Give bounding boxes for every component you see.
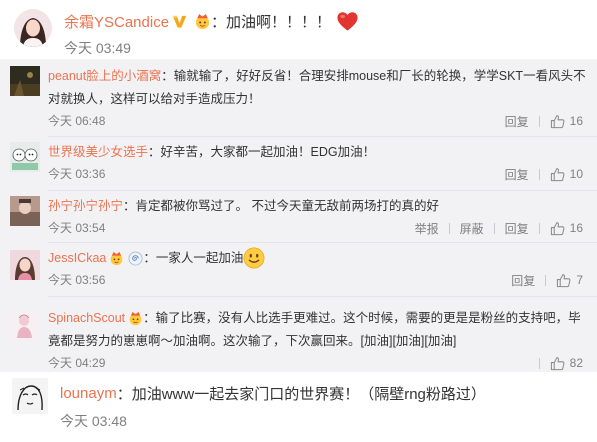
reply-text-line: SpinachScout ：输了比赛，没有人比选手更难过。这个时候，需要的更是是… <box>48 309 581 327</box>
reply-time: 今天 03:56 <box>48 273 106 287</box>
reply-time: 今天 03:36 <box>48 167 106 181</box>
divider <box>48 242 597 243</box>
avatar[interactable] <box>10 142 40 172</box>
avatar[interactable] <box>10 196 40 226</box>
like-count: 16 <box>569 114 583 128</box>
reply-text: ：肯定都被你骂过了。 不过今天童无敌前两场打的真的好 <box>123 199 439 213</box>
username-link[interactable]: 世界级美少女选手 <box>48 143 148 161</box>
divider <box>48 190 597 191</box>
avatar[interactable] <box>10 310 40 340</box>
reply-button[interactable]: 回复 <box>511 272 535 289</box>
swirl-badge-icon <box>128 251 143 266</box>
action-divider <box>538 115 540 127</box>
divider <box>48 136 597 137</box>
reply-actions: 举报 屏蔽 回复 16 <box>415 219 583 237</box>
divider <box>48 296 597 297</box>
like-button[interactable]: 7 <box>556 273 583 288</box>
reply-text: ：输就输了，好好反省！合理安排mouse和厂长的轮换，学学SKT一看风头不 <box>161 69 586 83</box>
username-link[interactable]: 孙宁孙宁孙宁 <box>48 197 123 215</box>
avatar[interactable] <box>10 250 40 280</box>
comment: lounaym ：加油www一起去家门口的世界赛！（隔壁rng粉路过） <box>60 382 486 404</box>
reply-button[interactable]: 回复 <box>505 220 529 237</box>
reply-text: ：一家人一起加油 <box>143 251 244 265</box>
reply-list: peanut脸上的小酒窝 ：输就输了，好好反省！合理安排mouse和厂长的轮换，… <box>0 59 597 372</box>
reply-time: 今天 03:54 <box>48 221 106 235</box>
reply-actions: 回复 16 <box>505 112 583 130</box>
comment-text: ：加油啊！！！！ <box>211 13 332 31</box>
avatar[interactable] <box>14 9 52 47</box>
fan-badge-icon <box>194 13 211 30</box>
thumb-up-icon <box>550 356 565 371</box>
action-divider <box>538 168 540 180</box>
reply-text-line: peanut脸上的小酒窝 ：输就输了，好好反省！合理安排mouse和厂长的轮换，… <box>48 67 586 85</box>
username-link[interactable]: lounaym <box>60 385 117 402</box>
report-button[interactable]: 举报 <box>415 220 439 237</box>
reply-text: ：输了比赛，没有人比选手更难过。这个时候，需要的更是是粉丝的支持吧，毕 <box>143 311 581 325</box>
thumb-up-icon <box>556 273 571 288</box>
reply-item: SpinachScout ：输了比赛，没有人比选手更难过。这个时候，需要的更是是… <box>0 309 597 379</box>
avatar[interactable] <box>12 378 48 414</box>
like-button[interactable]: 16 <box>550 114 583 129</box>
reply-text: ：好辛苦，大家都一起加油！EDG加油！ <box>148 145 376 159</box>
avatar[interactable] <box>10 66 40 96</box>
thumb-up-icon <box>550 221 565 236</box>
action-divider <box>493 222 495 234</box>
username-link[interactable]: JessICkaa <box>48 249 106 267</box>
reply-actions: 回复 10 <box>505 165 583 183</box>
username-link[interactable]: SpinachScout <box>48 309 125 327</box>
comment-text: ：加油www一起去家门口的世界赛！（隔壁rng粉路过） <box>116 385 486 403</box>
comment-time: 今天 03:48 <box>60 413 127 429</box>
like-count: 82 <box>569 356 583 370</box>
like-button[interactable]: 10 <box>550 167 583 182</box>
like-count: 7 <box>576 273 583 287</box>
reply-time: 今天 06:48 <box>48 114 106 128</box>
like-count: 10 <box>569 167 583 181</box>
reply-time: 今天 04:29 <box>48 356 106 370</box>
reply-button[interactable]: 回复 <box>505 166 529 183</box>
reply-button[interactable]: 回复 <box>505 113 529 130</box>
action-divider <box>538 357 540 369</box>
reply-text-line: JessICkaa ：一家人一起加油 <box>48 247 265 269</box>
action-divider <box>448 222 450 234</box>
like-count: 16 <box>569 221 583 235</box>
reply-text: 竟都是努力的崽崽啊～加油啊。这次输了，下次赢回来。[加油][加油][加油] <box>48 334 457 348</box>
comment-time: 今天 03:49 <box>64 40 131 56</box>
username-link[interactable]: 余霜YSCandice <box>64 11 169 32</box>
smiley-face-icon <box>243 247 265 269</box>
red-heart-icon <box>336 10 359 33</box>
verified-v-icon <box>172 14 187 29</box>
fan-badge-icon <box>109 251 124 266</box>
reply-actions: 82 <box>529 354 583 372</box>
reply-text: 对就换人，这样可以给对手造成压力！ <box>48 92 261 106</box>
fan-badge-icon <box>128 311 143 326</box>
thumb-up-icon <box>550 167 565 182</box>
reply-text-line: 世界级美少女选手 ：好辛苦，大家都一起加油！EDG加油！ <box>48 143 375 161</box>
block-button[interactable]: 屏蔽 <box>460 220 484 237</box>
username-link[interactable]: peanut脸上的小酒窝 <box>48 67 161 85</box>
action-divider <box>545 274 547 286</box>
main-comment: 余霜YSCandice ：加油啊！！！！ <box>64 9 359 33</box>
reply-actions: 回复 7 <box>511 271 583 289</box>
like-button[interactable]: 82 <box>550 356 583 371</box>
reply-text-line: 孙宁孙宁孙宁 ：肯定都被你骂过了。 不过今天童无敌前两场打的真的好 <box>48 197 439 215</box>
reply-text-line: 对就换人，这样可以给对手造成压力！ <box>48 90 261 108</box>
reply-item: peanut脸上的小酒窝 ：输就输了，好好反省！合理安排mouse和厂长的轮换，… <box>0 66 597 137</box>
thumb-up-icon <box>550 114 565 129</box>
like-button[interactable]: 16 <box>550 221 583 236</box>
reply-text-line: 竟都是努力的崽崽啊～加油啊。这次输了，下次赢回来。[加油][加油][加油] <box>48 332 456 350</box>
action-divider <box>538 222 540 234</box>
